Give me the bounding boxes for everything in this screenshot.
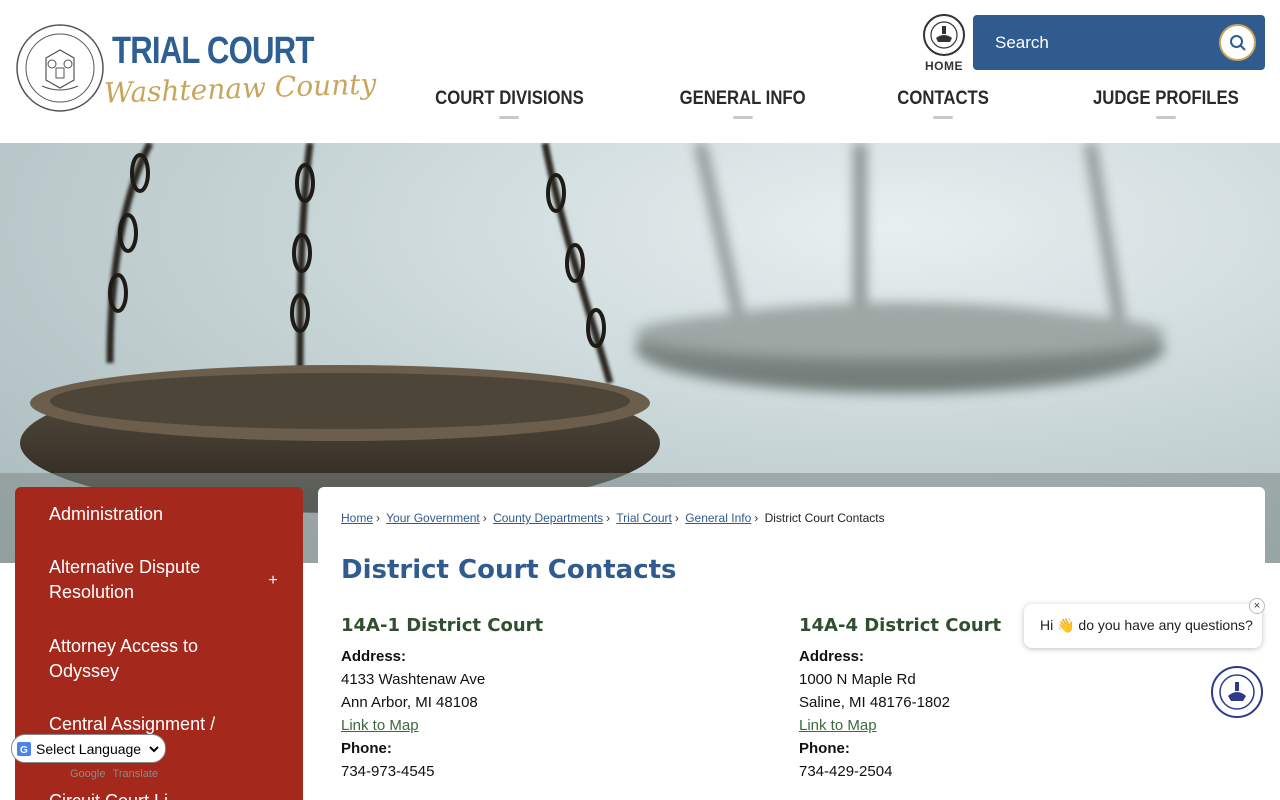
phone-number: 734-429-2504 xyxy=(799,763,893,780)
breadcrumb-separator: › xyxy=(674,511,679,525)
google-g-icon: G xyxy=(17,742,31,756)
address-line2: Saline, MI 48176-1802 xyxy=(799,694,950,711)
court-card-14a1: 14A-1 District Court Address: 4133 Washt… xyxy=(341,615,641,783)
search-bar xyxy=(973,15,1265,70)
breadcrumb-current: District Court Contacts xyxy=(764,511,885,525)
chat-greeting-bubble[interactable]: Hi 👋 do you have any questions? xyxy=(1024,604,1262,648)
address-line2: Ann Arbor, MI 48108 xyxy=(341,694,478,711)
breadcrumb-separator: › xyxy=(376,511,381,525)
breadcrumb-trial-court[interactable]: Trial Court xyxy=(616,511,672,525)
search-input[interactable] xyxy=(983,23,1213,63)
phone-label: Phone: xyxy=(341,740,392,757)
phone-label: Phone: xyxy=(799,740,850,757)
sidebar-item-attorney-access[interactable]: Attorney Access to Odyssey xyxy=(49,634,249,684)
map-link[interactable]: Link to Map xyxy=(799,717,877,734)
home-label: HOME xyxy=(925,59,963,73)
search-icon xyxy=(1229,34,1246,51)
breadcrumb: Home › Your Government › County Department… xyxy=(341,511,885,525)
home-link[interactable]: HOME xyxy=(920,14,968,73)
breadcrumb-general-info[interactable]: General Info xyxy=(685,511,751,525)
translate-link[interactable]: Translate xyxy=(113,768,158,780)
breadcrumb-county-departments[interactable]: County Departments xyxy=(493,511,603,525)
breadcrumb-separator: › xyxy=(482,511,487,525)
nav-general-info[interactable]: GENERAL INFO xyxy=(680,88,806,119)
court-name: 14A-1 District Court xyxy=(341,615,544,636)
search-button[interactable] xyxy=(1219,24,1256,61)
address-line1: 4133 Washtenaw Ave xyxy=(341,671,486,688)
address-line1: 1000 N Maple Rd xyxy=(799,671,916,688)
language-select[interactable]: Select Language xyxy=(16,739,162,758)
expand-plus-icon[interactable]: + xyxy=(263,572,283,592)
home-seal-icon xyxy=(923,14,965,56)
google-label: Google xyxy=(70,768,106,780)
logo-title[interactable]: TRIAL COURT xyxy=(112,30,314,73)
sidebar-item-circuit-court[interactable]: Circuit Court Li... xyxy=(49,789,249,800)
nav-court-divisions[interactable]: COURT DIVISIONS xyxy=(435,88,584,119)
google-translate-attribution: Google Translate xyxy=(70,768,158,780)
breadcrumb-home[interactable]: Home xyxy=(341,511,373,525)
address-label: Address: xyxy=(799,648,865,665)
nav-contacts[interactable]: CONTACTS xyxy=(897,88,989,119)
site-header: TRIAL COURT Washtenaw County HOME COURT … xyxy=(0,0,1280,143)
address-label: Address: xyxy=(341,648,407,665)
map-link[interactable]: Link to Map xyxy=(341,717,419,734)
svg-text:G: G xyxy=(20,745,28,756)
phone-number: 734-973-4545 xyxy=(341,763,435,780)
main-nav: COURT DIVISIONS GENERAL INFO CONTACTS JU… xyxy=(380,88,1260,128)
language-selector: G Select Language xyxy=(11,734,166,763)
sidebar-item-alternative-dispute-resolution[interactable]: Alternative Dispute Resolution xyxy=(49,555,249,605)
page-title: District Court Contacts xyxy=(341,555,677,585)
chat-close-button[interactable]: × xyxy=(1249,598,1265,614)
breadcrumb-your-government[interactable]: Your Government xyxy=(386,511,480,525)
county-seal-logo[interactable] xyxy=(16,24,104,112)
breadcrumb-separator: › xyxy=(754,511,759,525)
logo-subtitle[interactable]: Washtenaw County xyxy=(104,67,377,109)
nav-judge-profiles[interactable]: JUDGE PROFILES xyxy=(1093,88,1239,119)
sidebar-item-administration[interactable]: Administration xyxy=(49,502,249,527)
chat-bot-avatar-icon[interactable] xyxy=(1211,666,1263,718)
breadcrumb-separator: › xyxy=(606,511,611,525)
